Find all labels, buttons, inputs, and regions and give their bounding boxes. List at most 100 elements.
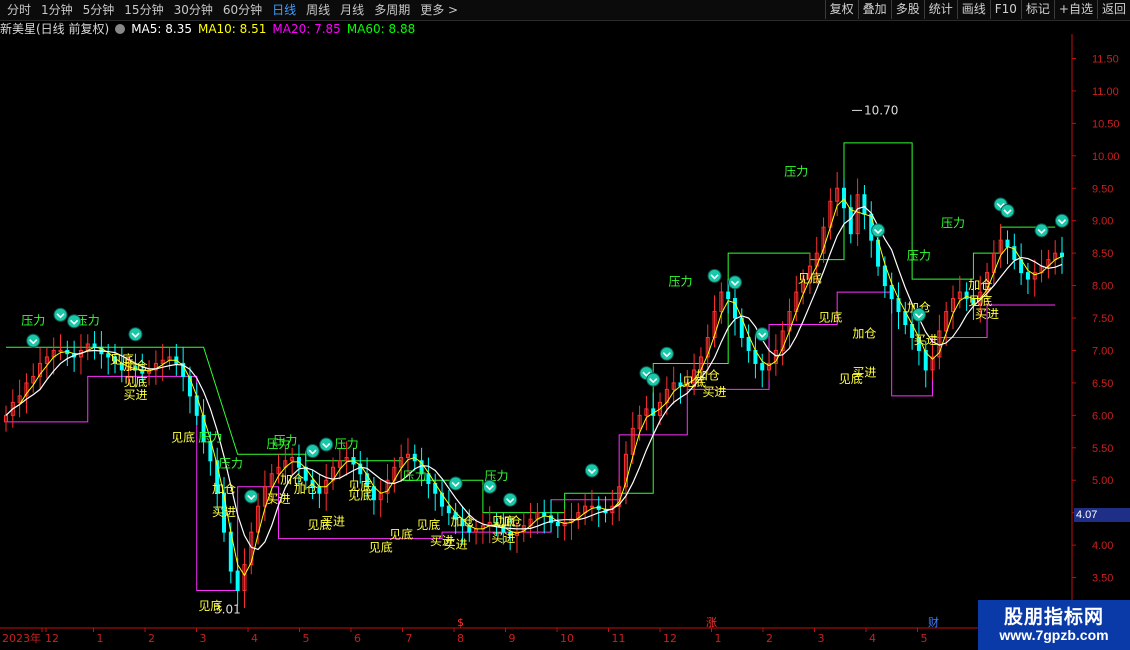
x-tick-label: 8 — [457, 632, 464, 645]
signal-label: 买进 — [852, 365, 876, 379]
signal-label: 买进 — [321, 515, 345, 529]
y-tick-label: 8.00 — [1092, 281, 1113, 293]
ma5-line — [5, 205, 1063, 551]
signal-label: 见底 — [389, 527, 413, 542]
y-tick-label: 6.50 — [1092, 378, 1113, 390]
signal-label: 见底 — [416, 517, 440, 532]
signal-label: 加仓 — [212, 482, 236, 496]
signal-label: 压力 — [335, 437, 359, 451]
signal-check-icon — [244, 489, 259, 504]
signal-check-icon — [503, 492, 518, 507]
signal-check-icon — [659, 346, 674, 361]
x-tick-label: 6 — [354, 632, 361, 645]
signal-check-icon — [319, 437, 334, 452]
signal-check-icon — [26, 333, 41, 348]
y-tick-label: 6.00 — [1092, 410, 1113, 422]
signal-label: 压力 — [907, 249, 931, 263]
signal-check-icon — [1034, 223, 1049, 238]
signal-label: 加仓 — [968, 278, 992, 292]
support-line — [6, 291, 1056, 592]
x-tick-label: 2023年 — [2, 631, 41, 645]
y-tick-label: 5.00 — [1092, 475, 1113, 487]
signal-label: 加仓 — [123, 359, 147, 373]
y-tick-label: 8.50 — [1092, 248, 1113, 260]
x-tick-label: 9 — [509, 632, 516, 645]
signal-label: 买进 — [212, 505, 236, 519]
y-tick-label: 9.00 — [1092, 216, 1113, 228]
event-marker: 涨 — [706, 616, 717, 629]
y-tick-label: 10.00 — [1092, 151, 1120, 163]
signal-check-icon — [482, 479, 497, 494]
high-label: 10.70 — [864, 103, 898, 117]
signal-check-icon — [448, 476, 463, 491]
signal-check-icon — [727, 275, 742, 290]
x-tick-label: 10 — [560, 632, 574, 645]
ma10-line — [5, 198, 1063, 577]
signal-label: 压力 — [941, 216, 965, 230]
candle-body — [848, 207, 853, 235]
x-tick-label: 5 — [921, 632, 928, 645]
signal-check-icon — [305, 444, 320, 459]
x-tick-label: 4 — [251, 632, 258, 645]
signal-check-icon — [53, 307, 68, 322]
candle-body — [446, 505, 451, 514]
x-tick-label: 4 — [869, 632, 876, 645]
signal-label: 加仓 — [450, 515, 474, 529]
signal-label: 见底 — [369, 540, 393, 555]
y-tick-label: 10.50 — [1092, 118, 1120, 130]
y-tick-label: 9.50 — [1092, 183, 1113, 195]
x-tick-label: 7 — [406, 632, 413, 645]
site-logo: 股朋指标网 www.7gpzb.com — [978, 600, 1130, 650]
y-tick-label: 11.50 — [1092, 53, 1119, 65]
candle-body — [726, 291, 731, 300]
candle-body — [235, 570, 240, 592]
candle-body — [732, 298, 737, 319]
signal-label: 加仓 — [852, 326, 876, 340]
signal-label: 压力 — [219, 456, 243, 470]
signal-label: 买进 — [123, 388, 147, 402]
candle-body — [317, 486, 322, 494]
signal-check-icon — [871, 223, 886, 238]
candle-body — [371, 486, 376, 501]
candle-body — [862, 194, 867, 215]
candle-body — [746, 336, 751, 351]
signal-label: 见底 — [798, 270, 822, 285]
x-tick-label: 1 — [97, 632, 104, 645]
x-tick-label: 3 — [200, 632, 207, 645]
signal-label: 见底 — [198, 598, 222, 613]
signal-label: 买进 — [975, 307, 999, 321]
signal-label: 买进 — [267, 492, 291, 506]
signal-check-icon — [911, 307, 926, 322]
price-chart[interactable]: 3.003.504.004.505.005.506.006.507.007.50… — [0, 0, 1130, 650]
logo-title: 股朋指标网 — [1003, 606, 1104, 628]
candle-body — [589, 505, 594, 508]
signal-label: 压力 — [668, 275, 692, 289]
x-tick-label: 2 — [766, 632, 773, 645]
signal-label: 见底 — [348, 488, 372, 503]
event-marker: $ — [457, 616, 464, 629]
x-tick-label: 3 — [818, 632, 825, 645]
signal-label: 见底 — [171, 429, 195, 444]
x-tick-label: 12 — [45, 632, 59, 645]
signal-label: 压力 — [267, 437, 291, 451]
x-tick-label: 12 — [663, 632, 677, 645]
event-marker: 财 — [928, 615, 939, 629]
candle-body — [889, 285, 894, 300]
pressure-line — [6, 142, 1056, 514]
signal-check-icon — [1055, 213, 1069, 228]
signal-check-icon — [646, 372, 661, 387]
candle-body — [760, 362, 765, 371]
candle-body — [882, 265, 887, 287]
signal-label: 见底 — [968, 293, 992, 308]
signal-label: 加仓 — [498, 515, 522, 529]
signal-label: 压力 — [21, 314, 45, 328]
candle-body — [555, 521, 560, 527]
candle-body — [841, 187, 846, 209]
y-tick-label: 11.00 — [1092, 86, 1119, 98]
y-tick-label: 7.50 — [1092, 313, 1113, 325]
signal-label: 买进 — [703, 385, 727, 399]
signal-check-icon — [584, 463, 599, 478]
signal-check-icon — [128, 327, 143, 342]
current-price-tag: 4.07 — [1074, 508, 1130, 522]
x-tick-label: 1 — [715, 632, 722, 645]
